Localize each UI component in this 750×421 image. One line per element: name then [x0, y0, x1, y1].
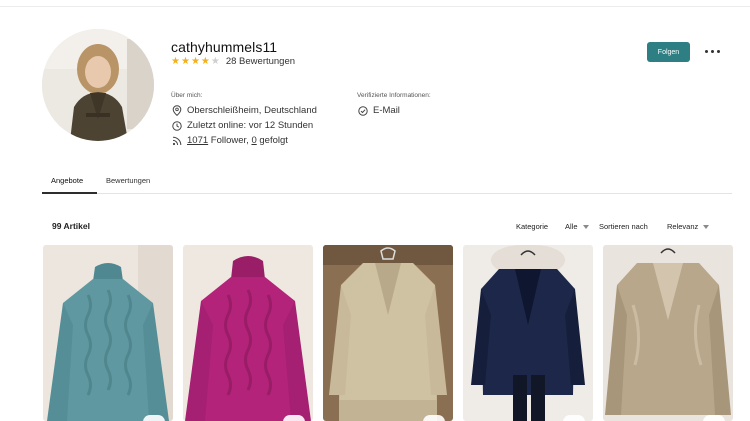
product-card[interactable] — [463, 245, 593, 421]
followers-link[interactable]: 1071 — [187, 135, 208, 146]
favorite-button[interactable] — [563, 415, 585, 421]
product-image-gold-blazer — [603, 245, 733, 421]
tab-angebote[interactable]: Angebote — [51, 176, 83, 185]
star-icon: ★ — [171, 55, 180, 67]
product-image-teal-sweater — [43, 245, 173, 421]
product-image-beige-cardigan — [323, 245, 453, 421]
followers-row: 1071 Follower, 0 gefolgt — [172, 135, 288, 146]
last-online-row: Zuletzt online: vor 12 Stunden — [172, 120, 313, 131]
star-icon: ★ — [190, 55, 200, 67]
star-icon: ★ — [180, 55, 190, 67]
username: cathyhummels11 — [171, 39, 278, 55]
product-card[interactable] — [43, 245, 173, 421]
category-value: Alle — [565, 222, 578, 231]
followers-label: Follower, — [208, 135, 252, 146]
category-label: Kategorie — [516, 222, 549, 231]
chevron-down-icon — [582, 224, 589, 229]
product-card[interactable] — [183, 245, 313, 421]
sort-dropdown[interactable]: Relevanz — [667, 222, 710, 231]
favorite-button[interactable] — [423, 415, 445, 421]
verified-heading: Verifizierte Informationen: — [357, 92, 431, 99]
product-card[interactable] — [603, 245, 733, 421]
top-divider — [0, 6, 750, 7]
category-dropdown[interactable]: Alle — [565, 222, 589, 231]
location-text: Oberschleißheim, Deutschland — [187, 105, 317, 116]
sort-label: Sortieren nach — [599, 222, 648, 231]
rating-stars: ★ ★ ★ ★ ★ — [171, 55, 220, 67]
product-grid — [43, 245, 733, 421]
tab-bewertungen[interactable]: Bewertungen — [106, 176, 150, 185]
item-count: 99 Artikel — [52, 221, 90, 231]
clock-icon — [172, 120, 182, 131]
verified-email-text: E-Mail — [373, 105, 400, 116]
sort-value: Relevanz — [667, 222, 699, 231]
product-card[interactable] — [323, 245, 453, 421]
product-image-navy-blazer — [463, 245, 593, 421]
about-heading: Über mich: — [171, 92, 203, 99]
favorite-button[interactable] — [703, 415, 725, 421]
verified-email-row: E-Mail — [358, 105, 400, 116]
favorite-button[interactable] — [283, 415, 305, 421]
rss-feed-icon — [172, 136, 182, 145]
star-icon: ★ — [200, 55, 210, 67]
following-label: gefolgt — [256, 135, 288, 146]
category-filter-label: Kategorie — [516, 222, 548, 231]
product-image-magenta-sweater — [183, 245, 313, 421]
last-online-text: Zuletzt online: vor 12 Stunden — [187, 120, 314, 131]
active-tab-indicator — [42, 192, 97, 194]
profile-tabs: Angebote Bewertungen — [42, 170, 732, 194]
avatar[interactable] — [42, 29, 154, 141]
favorite-button[interactable] — [143, 415, 165, 421]
chevron-down-icon — [703, 224, 710, 229]
follow-button[interactable]: Folgen — [647, 42, 690, 62]
more-options-icon[interactable] — [703, 47, 722, 56]
rating[interactable]: ★ ★ ★ ★ ★ 28 Bewertungen — [171, 56, 295, 67]
review-count: 28 Bewertungen — [225, 56, 296, 67]
sort-label-wrap: Sortieren nach — [599, 222, 648, 231]
star-empty-icon: ★ — [210, 55, 220, 67]
check-circle-icon — [358, 105, 368, 116]
location-pin-icon — [172, 105, 182, 116]
location-row: Oberschleißheim, Deutschland — [172, 105, 317, 116]
